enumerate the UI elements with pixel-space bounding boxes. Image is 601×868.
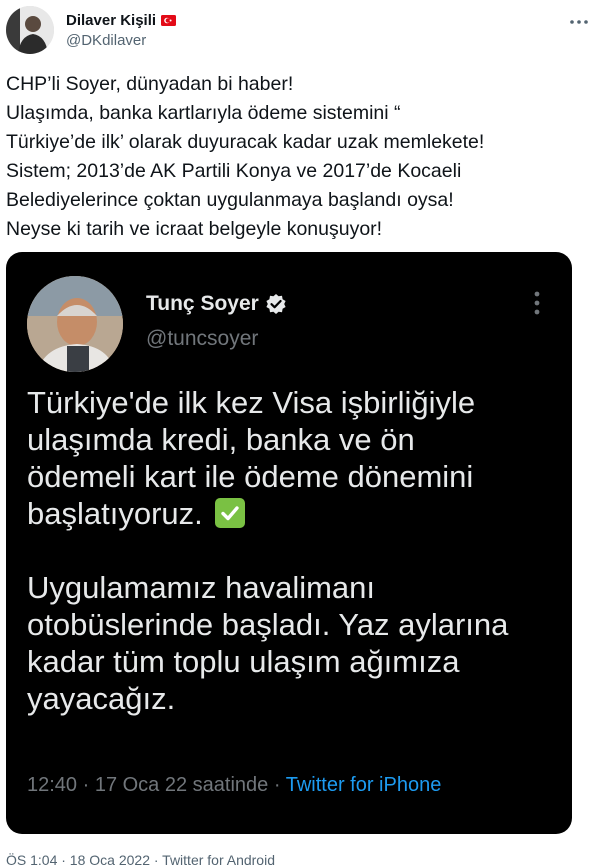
embedded-display-name: Tunç Soyer xyxy=(146,292,259,315)
embedded-handle: @tuncsoyer xyxy=(146,327,259,350)
tweet-timestamp[interactable]: ÖS 1:04 · 18 Oca 2022 · Twitter for Andr… xyxy=(6,852,275,868)
author-name-row: Dilaver Kişili xyxy=(66,12,177,29)
display-name[interactable]: Dilaver Kişili xyxy=(66,12,156,29)
embedded-tweet-meta: 12:40 · 17 Oca 22 saatinde · Twitter for… xyxy=(27,774,441,797)
author-handle[interactable]: @DKdilaver xyxy=(66,32,146,49)
avatar[interactable] xyxy=(6,6,54,54)
embedded-name-row: Tunç Soyer xyxy=(146,292,287,316)
embedded-avatar xyxy=(27,276,123,372)
embedded-timestamp: 12:40 · 17 Oca 22 saatinde · xyxy=(27,774,286,796)
turkey-flag-icon xyxy=(161,15,177,26)
verified-badge-icon xyxy=(266,294,286,314)
embedded-more-icon xyxy=(534,291,540,315)
more-options-icon[interactable] xyxy=(567,10,591,34)
embedded-text-part1: Türkiye'de ilk kez Visa işbirliğiyle ula… xyxy=(27,385,476,531)
embedded-text-part2: Uygulamamız havalimanı otobüslerinde baş… xyxy=(27,570,509,716)
avatar-photo-icon xyxy=(27,276,123,372)
embedded-source-link: Twitter for iPhone xyxy=(285,774,442,796)
tweet-text: CHP’li Soyer, dünyadan bi haber! Ulaşımd… xyxy=(6,73,485,240)
tweet-header: Dilaver Kişili @DKdilaver xyxy=(6,6,595,58)
avatar-photo-icon xyxy=(6,6,54,54)
embedded-tweet-text: Türkiye'de ilk kez Visa işbirliğiyle ula… xyxy=(27,384,557,717)
check-mark-icon xyxy=(215,498,246,528)
